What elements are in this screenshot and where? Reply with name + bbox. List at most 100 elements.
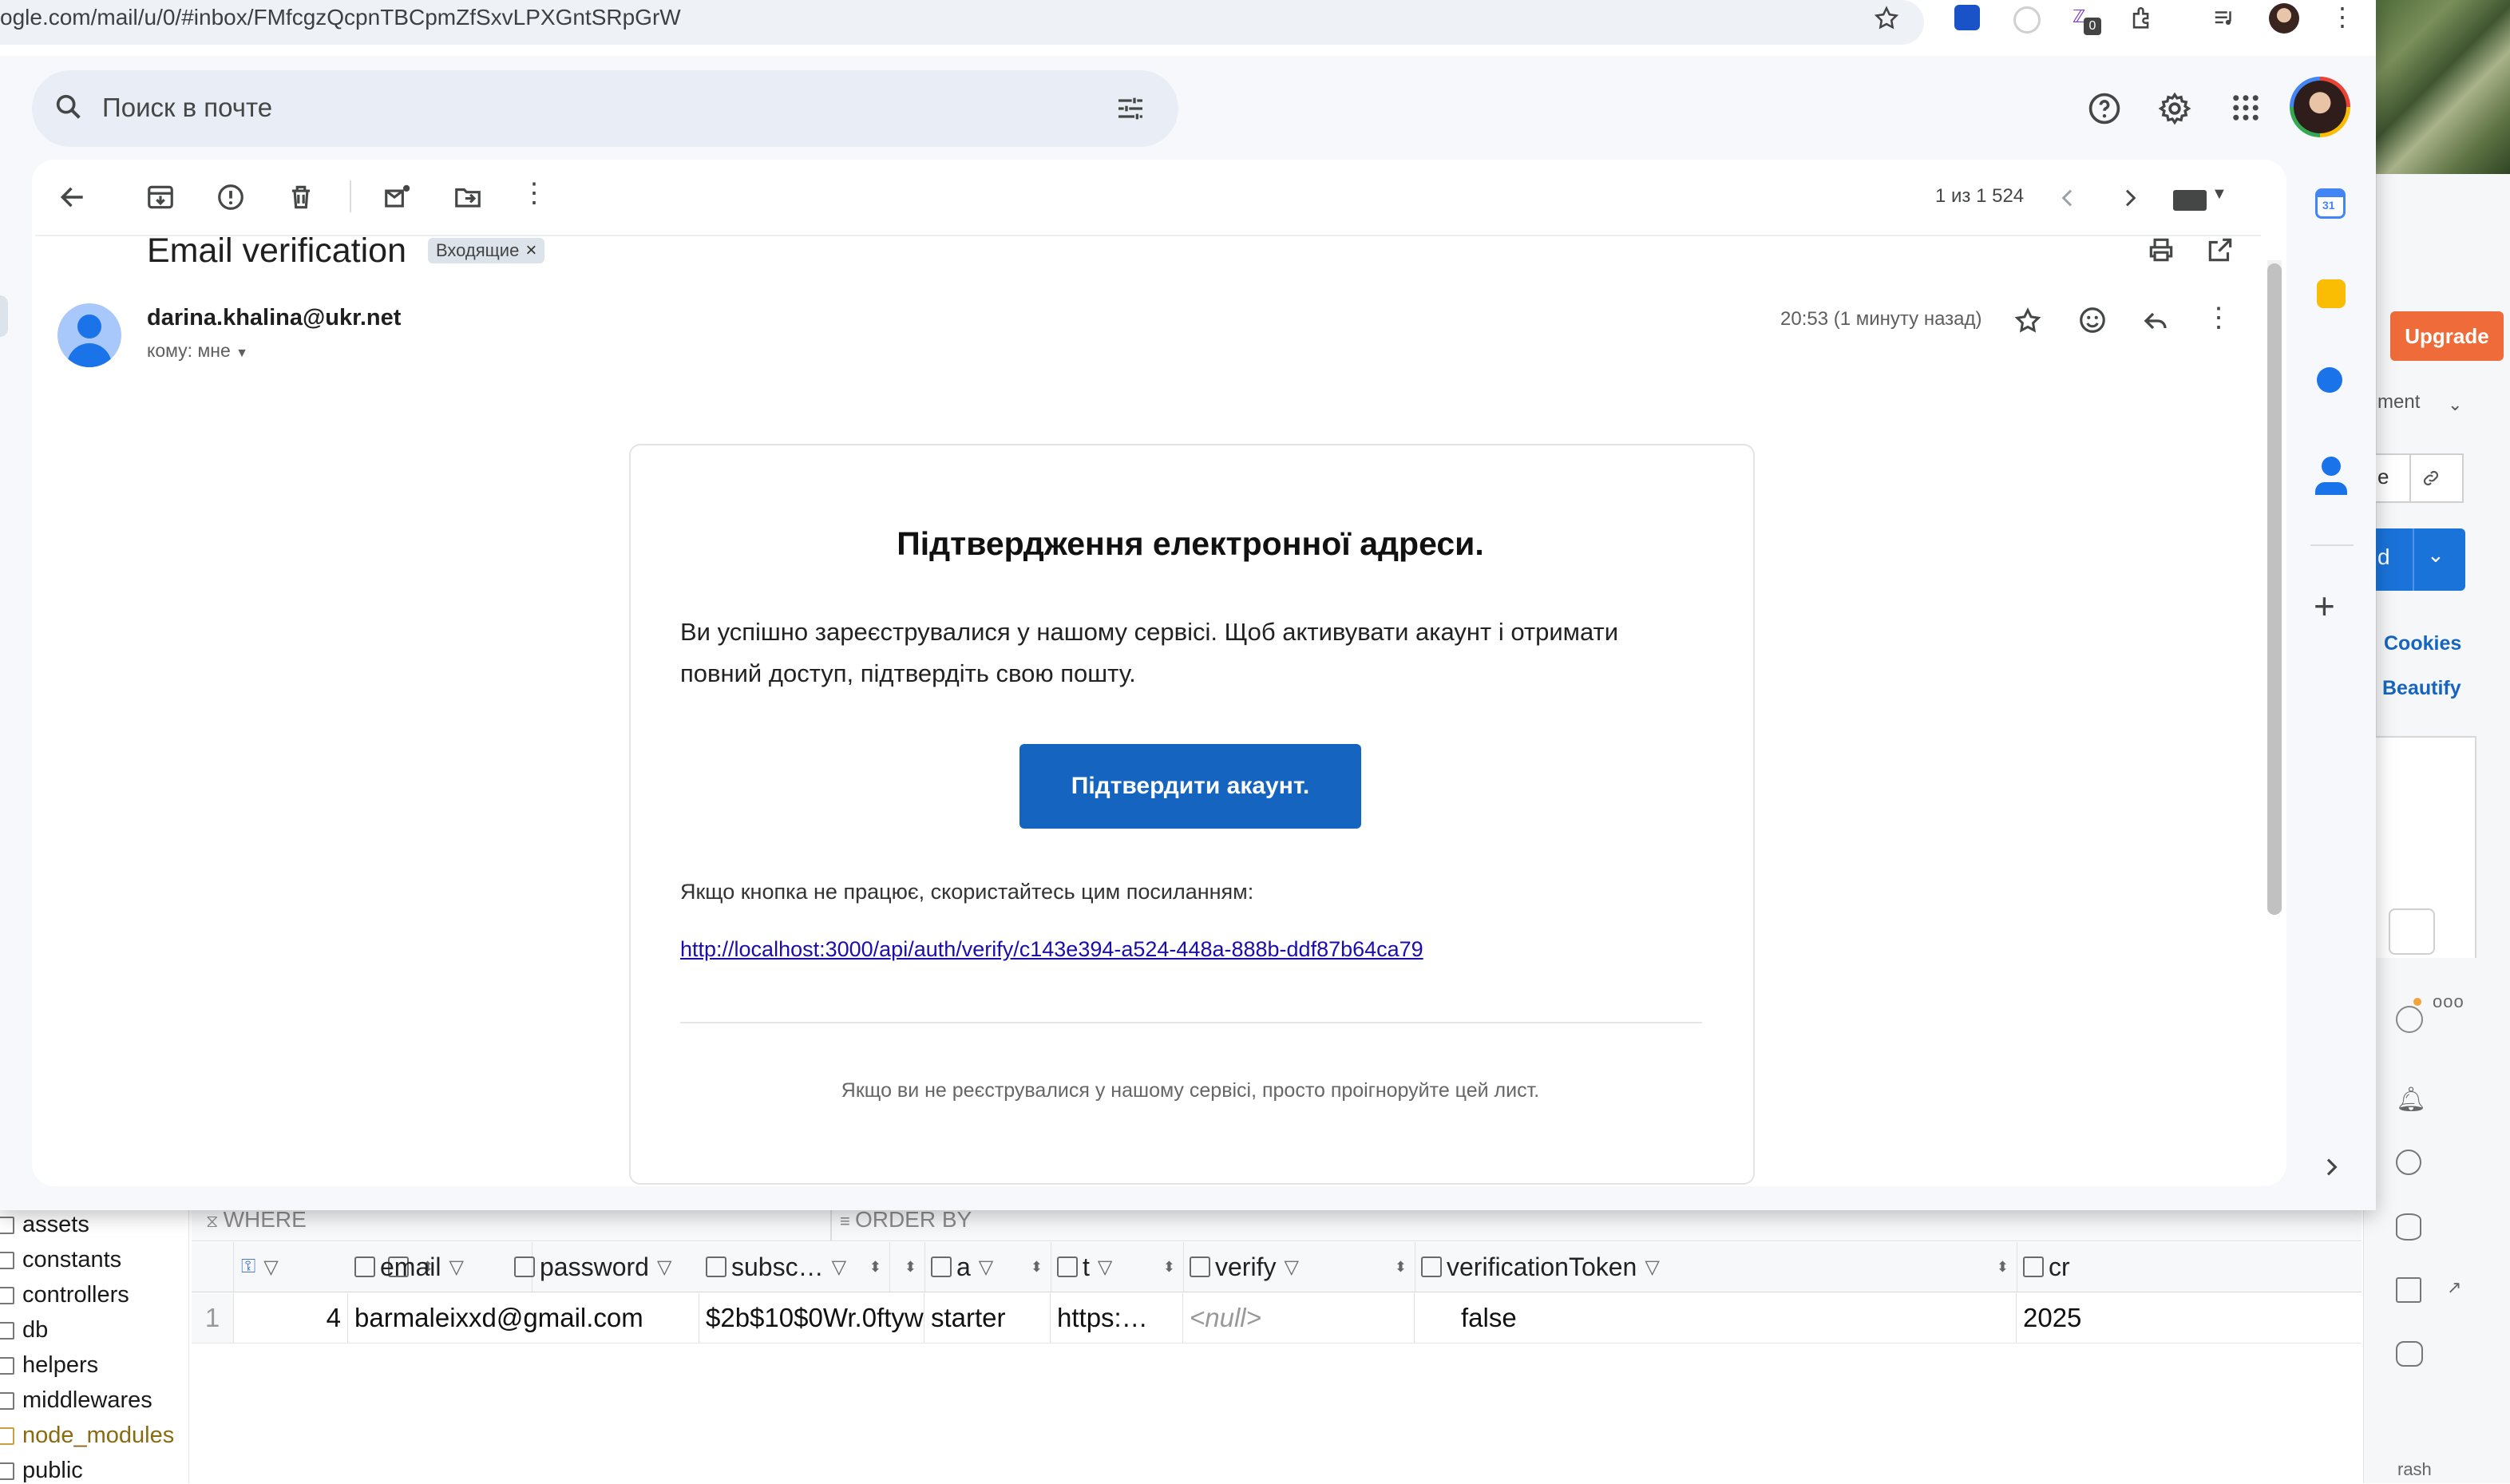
extension-icon[interactable] (2013, 6, 2041, 34)
filter-icon[interactable]: ▽ (1645, 1256, 1659, 1279)
browser-menu-icon[interactable]: ⋮ (2330, 2, 2355, 32)
database-icon[interactable] (2396, 1213, 2421, 1241)
copilot-icon[interactable] (2396, 1341, 2423, 1367)
filter-icon[interactable]: ▽ (657, 1256, 671, 1279)
cell-verify[interactable]: false (1415, 1293, 2017, 1343)
filter-icon[interactable]: ▽ (1098, 1256, 1112, 1279)
url-text[interactable]: ogle.com/mail/u/0/#inbox/FMfcgzQcpnTBCpm… (0, 5, 681, 30)
newer-chevron-icon[interactable] (2055, 185, 2080, 211)
expand-panel-chevron-icon[interactable] (2318, 1154, 2344, 1180)
verification-link[interactable]: http://localhost:3000/api/auth/verify/c1… (680, 937, 1423, 962)
print-icon[interactable] (2146, 235, 2176, 265)
add-addon-icon[interactable]: + (2314, 588, 2335, 624)
media-controls-icon[interactable] (2211, 6, 2237, 30)
history-icon[interactable] (2389, 908, 2435, 955)
sort-icon[interactable]: ⬍ (1997, 1259, 2009, 1276)
tree-item[interactable]: public (0, 1458, 83, 1484)
where-filter[interactable]: ⧖ WHERE (206, 1207, 307, 1233)
order-by-filter[interactable]: ≡ ORDER BY (840, 1207, 972, 1233)
column-header-avatar[interactable]: a ▽ ⬍ (924, 1242, 1051, 1292)
column-header-verify[interactable]: verify ▽ ⬍ (1183, 1242, 1415, 1292)
back-arrow-icon[interactable] (57, 182, 88, 212)
tasks-icon[interactable] (2317, 367, 2342, 393)
profile-avatar[interactable] (2269, 3, 2299, 34)
cell-token[interactable]: <null> (1183, 1293, 1415, 1343)
settings-icon[interactable] (2396, 1006, 2423, 1033)
table-row[interactable]: 1 4 barmaleixxd@gmail.com $2b$10$0Wr.0ft… (192, 1293, 2362, 1344)
search-icon[interactable] (53, 91, 85, 123)
help-icon[interactable] (2087, 91, 2122, 126)
reply-icon[interactable] (2141, 307, 2170, 335)
filter-icon[interactable]: ▽ (263, 1256, 278, 1279)
more-options-icon[interactable]: ⋮ (2205, 302, 2232, 334)
sort-icon[interactable]: ⬍ (1031, 1259, 1043, 1276)
caret-down-icon[interactable]: ▼ (2211, 185, 2227, 204)
panel-partial-input[interactable]: e (2376, 453, 2464, 503)
bell-icon[interactable]: 🔔︎ (2396, 1086, 2426, 1114)
cell-password[interactable]: $2b$10$0Wr.0ftyw… (699, 1293, 924, 1343)
chevron-down-icon[interactable]: ⌄ (2448, 394, 2462, 415)
mark-unread-icon[interactable] (382, 182, 414, 212)
cell-created[interactable]: 2025 (2017, 1293, 2362, 1343)
bookmark-star-icon[interactable] (1873, 5, 1900, 32)
settings-gear-icon[interactable] (2157, 91, 2192, 126)
panel-primary-button[interactable]: d ⌄ (2376, 528, 2465, 591)
emoji-reaction-icon[interactable] (2077, 305, 2108, 335)
column-header-created[interactable]: cr (2017, 1242, 2362, 1292)
console-icon[interactable] (2396, 1277, 2421, 1303)
cookies-link[interactable]: Cookies (2384, 632, 2461, 655)
filter-icon[interactable]: ▽ (1284, 1256, 1298, 1279)
caret-down-icon[interactable]: ▼ (236, 346, 248, 360)
cell-avatar[interactable]: https:… (1051, 1293, 1183, 1343)
filter-icon[interactable]: ▽ (832, 1256, 846, 1279)
keyboard-icon[interactable] (2173, 190, 2207, 211)
inbox-label[interactable]: Входящие × (428, 238, 545, 263)
tree-item[interactable]: middlewares (0, 1387, 152, 1414)
tree-item[interactable]: controllers (0, 1282, 129, 1308)
report-spam-icon[interactable] (216, 182, 246, 212)
extension-icon[interactable] (1954, 5, 1980, 30)
filter-icon[interactable]: ▽ (979, 1256, 993, 1279)
keep-icon[interactable] (2317, 279, 2346, 308)
cell-email[interactable]: barmaleixxd@gmail.com (348, 1293, 699, 1343)
tree-item[interactable]: db (0, 1317, 48, 1344)
cell-subscription[interactable]: starter (924, 1293, 1051, 1343)
scrollbar-thumb[interactable] (2267, 263, 2282, 915)
tree-item[interactable]: constants (0, 1247, 121, 1273)
cell-id[interactable]: 4 (233, 1293, 348, 1343)
remove-label-icon[interactable]: × (525, 239, 536, 262)
ai-assistant-icon[interactable] (2396, 1150, 2421, 1175)
tree-item[interactable]: helpers (0, 1352, 98, 1379)
move-to-icon[interactable] (452, 182, 484, 212)
filter-icon[interactable]: ▽ (449, 1256, 463, 1279)
contacts-icon[interactable] (2322, 457, 2341, 476)
beautify-link[interactable]: Beautify (2382, 677, 2461, 700)
more-dots[interactable]: ooo (2433, 991, 2464, 1012)
external-arrow-icon[interactable]: ↗ (2447, 1277, 2461, 1298)
sort-icon[interactable]: ⬍ (1163, 1259, 1175, 1276)
confirm-account-button[interactable]: Підтвердити акаунт. (1019, 744, 1361, 829)
column-header-subscription[interactable]: subsc… ▽ ⬍ (699, 1242, 925, 1292)
side-handle[interactable] (0, 295, 8, 337)
account-avatar[interactable] (2290, 77, 2350, 137)
apps-grid-icon[interactable] (2229, 91, 2263, 125)
tree-item[interactable]: assets (0, 1212, 89, 1238)
column-header-verification-token[interactable]: verificationToken ▽ ⬍ (1415, 1242, 2017, 1292)
older-chevron-icon[interactable] (2117, 185, 2143, 211)
upgrade-button[interactable]: Upgrade (2390, 311, 2504, 361)
open-new-window-icon[interactable] (2205, 235, 2235, 265)
sort-icon[interactable]: ⬍ (905, 1259, 917, 1276)
sender-email[interactable]: darina.khalina@ukr.net (147, 305, 401, 331)
sort-icon[interactable]: ⬍ (1395, 1259, 1407, 1276)
search-options-icon[interactable] (1114, 93, 1146, 125)
extensions-puzzle-icon[interactable] (2128, 5, 2156, 32)
delete-icon[interactable] (286, 182, 316, 212)
archive-icon[interactable] (145, 182, 176, 212)
column-header-token[interactable]: t ▽ ⬍ (1051, 1242, 1184, 1292)
sender-avatar[interactable] (57, 303, 121, 367)
more-actions-icon[interactable]: ⋮ (521, 177, 548, 209)
recipient-line[interactable]: кому: мне ▼ (147, 340, 248, 362)
star-icon[interactable] (2013, 307, 2042, 335)
tree-item[interactable]: node_modules (0, 1423, 174, 1449)
calendar-icon[interactable]: 31 (2315, 188, 2346, 219)
